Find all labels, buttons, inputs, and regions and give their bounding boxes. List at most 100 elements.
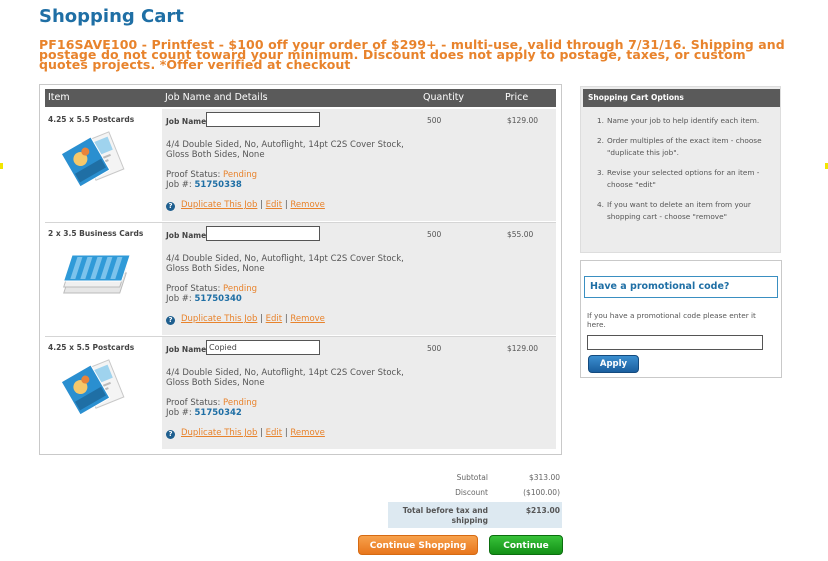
item-name: 2 x 3.5 Business Cards [48, 229, 144, 238]
list-item: 2. Order multiples of the exact item - ch… [597, 135, 762, 158]
proof-status-value: Pending [223, 284, 258, 294]
price-value: $129.00 [507, 116, 539, 125]
quantity-value: 500 [427, 344, 442, 353]
job-number-label: Job #: [166, 180, 192, 190]
column-header-item: Item [48, 92, 70, 103]
duplicate-job-link[interactable]: Duplicate This Job [181, 428, 257, 438]
promo-code-panel: Have a promotional code? If you have a p… [580, 260, 782, 378]
total-label: Total before tax and shipping [402, 506, 488, 525]
cart-table-header: Item Job Name and Details Quantity Price [45, 89, 556, 107]
option-text: If you want to delete an item from your … [607, 199, 751, 222]
cart-row: 2 x 3.5 Business Cards Job Name 4/4 Doub… [45, 223, 556, 335]
subtotal-value: $313.00 [528, 473, 560, 482]
job-name-input[interactable] [206, 340, 320, 355]
job-number-value: 51750340 [194, 294, 242, 304]
job-number-label: Job #: [166, 408, 192, 418]
separator: | [284, 314, 288, 324]
proof-status-label: Proof Status: [166, 170, 221, 180]
remove-job-link[interactable]: Remove [290, 314, 325, 324]
list-item: 1. Name your job to help identify each it… [597, 116, 760, 125]
job-name-input[interactable] [206, 112, 320, 127]
job-number: Job #: 51750338 [166, 180, 242, 190]
promo-code-title: Have a promotional code? [584, 276, 778, 298]
edit-job-link[interactable]: Edit [266, 200, 282, 210]
job-actions: ? Duplicate This Job | Edit | Remove [166, 314, 325, 325]
job-details: Job Name 4/4 Double Sided, No, Autofligh… [162, 223, 418, 335]
option-text: Name your job to help identify each item… [607, 116, 760, 125]
duplicate-job-link[interactable]: Duplicate This Job [181, 200, 257, 210]
order-totals: Subtotal $313.00 Discount ($100.00) Tota… [388, 471, 562, 528]
promo-code-input[interactable] [587, 335, 763, 350]
proof-status-label: Proof Status: [166, 284, 221, 294]
job-details: Job Name 4/4 Double Sided, No, Autofligh… [162, 109, 418, 221]
edge-marker [0, 163, 3, 169]
postcard-image [60, 129, 130, 189]
continue-button[interactable]: Continue [489, 535, 563, 555]
job-number-value: 51750338 [194, 180, 242, 190]
separator: | [284, 428, 288, 438]
edit-job-link[interactable]: Edit [266, 428, 282, 438]
help-icon[interactable]: ? [166, 202, 175, 211]
quantity-cell: 500 [418, 109, 498, 221]
quantity-value: 500 [427, 116, 442, 125]
column-header-quantity: Quantity [423, 92, 465, 103]
apply-button[interactable]: Apply [588, 355, 639, 373]
job-description: 4/4 Double Sided, No, Autoflight, 14pt C… [166, 254, 404, 274]
business-card-image [60, 243, 131, 303]
cart-options-list: 1. Name your job to help identify each it… [597, 115, 773, 231]
cart-row: 4.25 x 5.5 Postcards Job Name [45, 337, 556, 449]
subtotal-row: Subtotal $313.00 [388, 471, 562, 486]
postcard-image [60, 357, 130, 417]
discount-row: Discount ($100.00) [388, 486, 562, 501]
job-number-label: Job #: [166, 294, 192, 304]
column-header-job: Job Name and Details [165, 92, 268, 103]
job-details: Job Name 4/4 Double Sided, No, Autofligh… [162, 337, 418, 449]
quantity-cell: 500 [418, 223, 498, 335]
promo-banner: PF16SAVE100 - Printfest - $100 off your … [39, 37, 785, 72]
proof-status: Proof Status: Pending [166, 170, 257, 180]
job-name-label: Job Name [166, 231, 207, 240]
price-value: $55.00 [507, 230, 534, 239]
job-number-value: 51750342 [194, 408, 242, 418]
remove-job-link[interactable]: Remove [290, 428, 325, 438]
discount-value: ($100.00) [523, 488, 560, 497]
job-number: Job #: 51750340 [166, 294, 242, 304]
total-value: $213.00 [525, 506, 560, 515]
proof-status-label: Proof Status: [166, 398, 221, 408]
quantity-value: 500 [427, 230, 442, 239]
quantity-cell: 500 [418, 337, 498, 449]
promo-code-instructions: If you have a promotional code please en… [587, 311, 756, 329]
job-name-input[interactable] [206, 226, 320, 241]
price-cell: $129.00 [498, 337, 556, 449]
price-value: $129.00 [507, 344, 539, 353]
option-text: Revise your selected options for an item… [607, 167, 760, 190]
list-item: 4. If you want to delete an item from you… [597, 199, 751, 222]
edit-job-link[interactable]: Edit [266, 314, 282, 324]
page-title: Shopping Cart [39, 6, 184, 27]
help-icon[interactable]: ? [166, 430, 175, 439]
duplicate-job-link[interactable]: Duplicate This Job [181, 314, 257, 324]
separator: | [260, 200, 263, 210]
column-header-price: Price [505, 92, 529, 103]
separator: | [260, 428, 263, 438]
proof-status-value: Pending [223, 170, 258, 180]
price-cell: $129.00 [498, 109, 556, 221]
proof-status-value: Pending [223, 398, 258, 408]
cart-options-panel: Shopping Cart Options 1. Name your job to… [580, 86, 781, 253]
job-name-label: Job Name [166, 345, 207, 354]
remove-job-link[interactable]: Remove [290, 200, 325, 210]
job-name-label: Job Name [166, 117, 207, 126]
job-actions: ? Duplicate This Job | Edit | Remove [166, 428, 325, 439]
help-icon[interactable]: ? [166, 316, 175, 325]
subtotal-label: Subtotal [456, 473, 488, 482]
item-name: 4.25 x 5.5 Postcards [48, 115, 135, 124]
separator: | [284, 200, 288, 210]
separator: | [260, 314, 263, 324]
job-number: Job #: 51750342 [166, 408, 242, 418]
list-item: 3. Revise your selected options for an it… [597, 167, 760, 190]
cart-options-title: Shopping Cart Options [583, 89, 780, 107]
continue-shopping-button[interactable]: Continue Shopping [358, 535, 478, 555]
cart-row: 4.25 x 5.5 Postcards Job Name [45, 109, 556, 221]
price-cell: $55.00 [498, 223, 556, 335]
proof-status: Proof Status: Pending [166, 284, 257, 294]
